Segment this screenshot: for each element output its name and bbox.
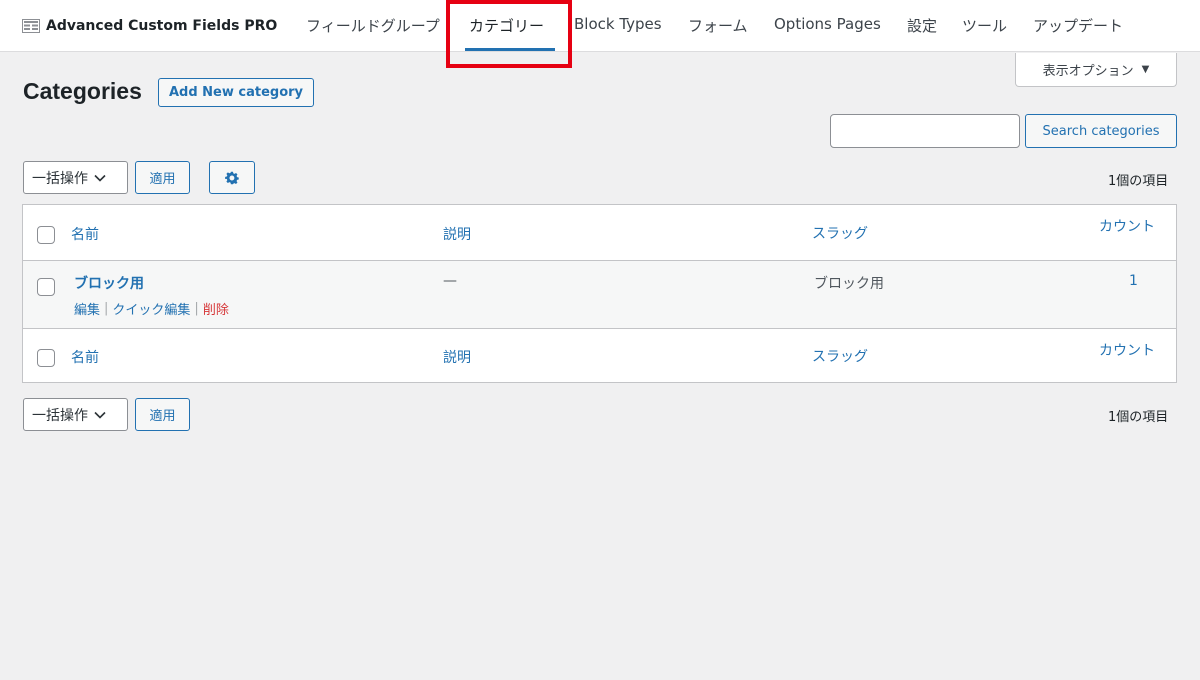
column-description-footer[interactable]: 説明	[443, 347, 471, 367]
select-all-checkbox[interactable]	[37, 226, 55, 244]
apply-button[interactable]: 適用	[135, 161, 190, 194]
select-all-checkbox-footer[interactable]	[37, 349, 55, 367]
bulk-actions-label: 一括操作	[32, 170, 88, 187]
row-action-separator: |	[194, 301, 199, 316]
category-slug: ブロック用	[814, 276, 884, 292]
category-description: —	[443, 273, 457, 289]
apply-button-bottom[interactable]: 適用	[135, 398, 190, 431]
column-count-footer[interactable]: カウント	[1099, 340, 1155, 360]
brand[interactable]: Advanced Custom Fields PRO	[22, 16, 277, 36]
screen-options-button[interactable]: 表示オプション ▼	[1015, 53, 1177, 87]
column-name-footer[interactable]: 名前	[71, 347, 99, 367]
item-count: 1個の項目	[1108, 174, 1169, 189]
search-input[interactable]	[830, 114, 1020, 148]
delete-link[interactable]: 削除	[203, 299, 229, 318]
gear-icon	[225, 171, 239, 184]
bulk-actions-select-bottom[interactable]: 一括操作	[23, 398, 128, 431]
table-header-row: 名前 説明 スラッグ カウント	[23, 205, 1176, 261]
settings-button[interactable]	[209, 161, 255, 194]
nav-item-options-pages[interactable]: Options Pages	[774, 15, 881, 33]
item-count-bottom: 1個の項目	[1108, 410, 1169, 425]
screen-options-label: 表示オプション	[1042, 64, 1134, 79]
nav-item-tools[interactable]: ツール	[962, 15, 1007, 36]
nav-item-field-groups[interactable]: フィールドグループ	[306, 15, 440, 36]
table-row: ブロック用 編集 | クイック編集 | 削除 — ブロック用 1	[23, 261, 1176, 329]
column-description-header[interactable]: 説明	[443, 224, 471, 244]
acf-logo-icon	[22, 19, 40, 33]
bulk-actions-select[interactable]: 一括操作	[23, 161, 128, 194]
column-name-header[interactable]: 名前	[71, 224, 99, 244]
nav-item-categories[interactable]: カテゴリー	[469, 15, 544, 36]
chevron-down-icon	[94, 411, 106, 419]
add-new-category-button[interactable]: Add New category	[158, 78, 314, 107]
row-checkbox[interactable]	[37, 278, 55, 296]
category-count-link[interactable]: 1	[1129, 273, 1138, 289]
nav-item-updates[interactable]: アップデート	[1033, 15, 1123, 36]
caret-down-icon: ▼	[1141, 64, 1150, 75]
page-title: Categories	[23, 78, 142, 104]
column-slug-footer[interactable]: スラッグ	[812, 346, 868, 366]
brand-title: Advanced Custom Fields PRO	[46, 18, 278, 34]
row-actions: 編集 | クイック編集 | 削除	[74, 299, 229, 318]
categories-table: 名前 説明 スラッグ カウント ブロック用 編集 | クイック編集 | 削除 —…	[22, 204, 1177, 383]
nav-item-block-types[interactable]: Block Types	[574, 15, 662, 33]
category-name-link[interactable]: ブロック用	[74, 273, 144, 293]
table-footer-row: 名前 説明 スラッグ カウント	[23, 329, 1176, 383]
edit-link[interactable]: 編集	[74, 299, 100, 318]
active-tab-indicator	[465, 48, 555, 51]
bulk-actions-label: 一括操作	[32, 407, 88, 424]
column-count-header[interactable]: カウント	[1099, 216, 1155, 236]
nav-item-forms[interactable]: フォーム	[688, 15, 748, 36]
quick-edit-link[interactable]: クイック編集	[112, 299, 190, 318]
search-categories-button[interactable]: Search categories	[1025, 114, 1177, 148]
chevron-down-icon	[94, 174, 106, 182]
column-slug-header[interactable]: スラッグ	[812, 223, 868, 243]
top-nav: Advanced Custom Fields PRO フィールドグループ カテゴ…	[0, 0, 1200, 52]
row-action-separator: |	[104, 301, 109, 316]
nav-item-settings[interactable]: 設定	[907, 15, 937, 36]
